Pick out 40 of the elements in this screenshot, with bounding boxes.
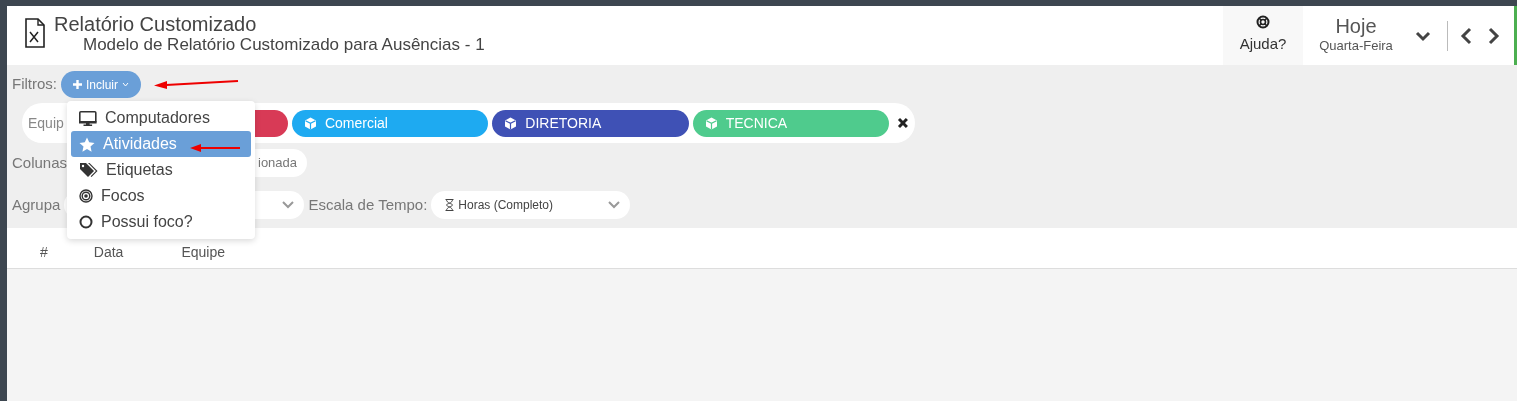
star-icon	[79, 136, 95, 152]
dropdown-item[interactable]: Computadores	[71, 105, 251, 131]
spreadsheet-file-icon	[24, 18, 46, 48]
dropdown-item[interactable]: Focos	[71, 183, 251, 209]
target-icon	[79, 189, 93, 203]
team-chip: DIRETORIA	[492, 109, 689, 137]
monitor-icon	[79, 110, 97, 126]
cube-icon	[504, 116, 518, 130]
cube-icon	[303, 116, 317, 130]
chevron-right-icon[interactable]	[1488, 26, 1500, 45]
tags-icon	[79, 162, 98, 178]
filters-label: Filtros:	[12, 74, 57, 95]
grouping-label: Agrupa	[12, 194, 61, 215]
cube-icon	[704, 116, 718, 130]
caret-icon	[122, 82, 129, 87]
help-button[interactable]: Ajuda?	[1223, 6, 1303, 65]
chevron-left-icon[interactable]	[1460, 26, 1472, 45]
chevron-down-icon[interactable]	[1415, 29, 1431, 42]
column-header[interactable]: #	[40, 241, 48, 263]
column-header[interactable]: Equipe	[181, 241, 225, 263]
page-title: Relatório Customizado	[54, 13, 258, 35]
chevron-down-icon	[608, 201, 621, 209]
chevron-down-icon	[282, 201, 295, 209]
annotation-arrow	[190, 144, 240, 152]
team-chip: TECNICA	[692, 109, 890, 137]
lifebuoy-icon	[1256, 15, 1270, 30]
dropdown-item[interactable]: Etiquetas	[71, 157, 251, 183]
columns-label: Colunas	[12, 152, 68, 173]
time-scale-select[interactable]: Horas (Completo)	[431, 191, 631, 219]
close-icon[interactable]	[897, 117, 909, 129]
time-scale-label: Escala de Tempo:	[308, 194, 428, 215]
column-header[interactable]: Data	[93, 241, 124, 263]
date-title: Hoje	[1335, 15, 1377, 36]
dropdown-item[interactable]: Possui foco?	[71, 209, 251, 235]
date-subtitle: Quarta-Feira	[1319, 37, 1393, 55]
plus-icon	[73, 80, 82, 89]
page-subtitle: Modelo de Relatório Customizado para Ausências - 1	[83, 35, 485, 55]
team-chip: Comercial	[291, 109, 489, 137]
circle-icon	[79, 215, 93, 229]
hourglass-icon	[445, 199, 455, 211]
